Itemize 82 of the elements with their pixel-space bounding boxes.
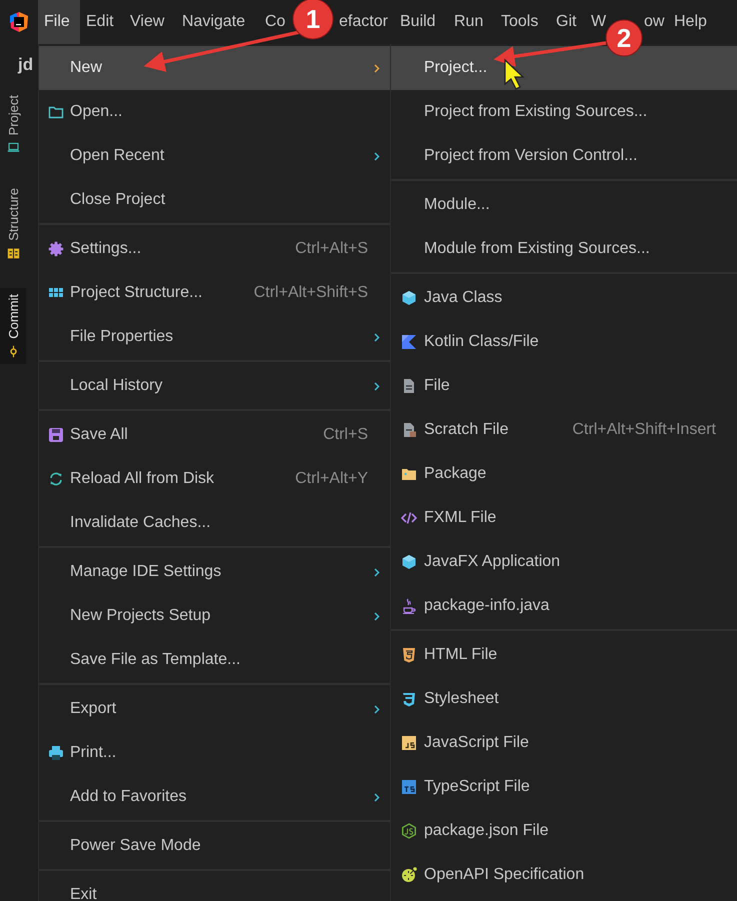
printer-icon bbox=[48, 745, 64, 761]
shortcut-text: Ctrl+S bbox=[323, 426, 368, 444]
menu-item[interactable]: Power Save Mode bbox=[39, 824, 390, 868]
code-brackets-icon bbox=[401, 510, 417, 526]
panel-title: jd bbox=[16, 54, 34, 76]
shortcut-text: Ctrl+Alt+S bbox=[295, 240, 368, 258]
menu-item[interactable]: Project Structure... Ctrl+Alt+Shift+S bbox=[39, 271, 390, 315]
menu-bar-item[interactable]: Navigate bbox=[176, 13, 252, 30]
folder-icon bbox=[401, 466, 417, 482]
coffee-cup-icon bbox=[401, 598, 417, 614]
menu-item[interactable]: Open Recent bbox=[39, 134, 390, 178]
typescript-file-icon bbox=[401, 779, 417, 795]
menu-item[interactable]: Local History bbox=[39, 364, 390, 408]
menu-item[interactable]: New Projects Setup bbox=[39, 594, 390, 638]
css-shield-icon bbox=[401, 691, 417, 707]
cube-icon bbox=[401, 554, 417, 570]
refresh-icon bbox=[48, 471, 64, 487]
menu-item[interactable]: Invalidate Caches... bbox=[39, 501, 390, 545]
menu-item[interactable]: Open... bbox=[39, 90, 390, 134]
menu-item[interactable]: Module... bbox=[391, 183, 737, 227]
step-badge: 1 bbox=[292, 0, 334, 40]
menu-item[interactable]: Add to Favorites bbox=[39, 775, 390, 819]
menu-bar-item[interactable]: Git bbox=[550, 13, 582, 30]
menu-bar-item[interactable]: Help bbox=[668, 13, 713, 30]
shortcut-text: Ctrl+Alt+Shift+S bbox=[254, 284, 368, 302]
menu-item[interactable]: Close Project bbox=[39, 178, 390, 222]
menu-item[interactable]: Exit bbox=[39, 873, 390, 901]
menu-item[interactable]: File bbox=[391, 364, 737, 408]
menu-item[interactable]: Java Class bbox=[391, 276, 737, 320]
hexagon-icon bbox=[401, 823, 417, 839]
menu-item[interactable]: Manage IDE Settings bbox=[39, 550, 390, 594]
menu-item[interactable]: Project... bbox=[391, 46, 737, 90]
menu-item[interactable]: Module from Existing Sources... bbox=[391, 227, 737, 271]
menu-item[interactable]: Scratch File Ctrl+Alt+Shift+Insert bbox=[391, 408, 737, 452]
menu-item[interactable]: JavaFX Application bbox=[391, 540, 737, 584]
menu-item[interactable]: Project from Version Control... bbox=[391, 134, 737, 178]
file-icon bbox=[401, 378, 417, 394]
gear-icon bbox=[48, 241, 64, 257]
structure-icon bbox=[6, 247, 20, 260]
scratch-file-icon bbox=[401, 422, 417, 438]
menu-item[interactable]: New bbox=[39, 46, 390, 90]
menu-item[interactable]: JavaScript File bbox=[391, 721, 737, 765]
menu-bar-item[interactable]: Run bbox=[448, 13, 490, 30]
round-emblem-icon bbox=[401, 867, 417, 883]
step-badge: 2 bbox=[606, 20, 642, 56]
shortcut-text: Ctrl+Alt+Y bbox=[295, 470, 368, 488]
menu-item[interactable]: Export bbox=[39, 687, 390, 731]
menu-item[interactable]: File Properties bbox=[39, 315, 390, 359]
cube-icon bbox=[401, 290, 417, 306]
tool-window-tab[interactable]: Project bbox=[0, 89, 26, 160]
folder-icon bbox=[48, 104, 64, 120]
menu-item[interactable]: OpenAPI Specification bbox=[391, 853, 737, 897]
menu-item[interactable]: FXML File bbox=[391, 496, 737, 540]
menu-bar-item[interactable]: efactor bbox=[333, 13, 394, 30]
shortcut-text: Ctrl+Alt+Shift+Insert bbox=[572, 421, 716, 439]
app-logo-icon[interactable] bbox=[8, 11, 30, 33]
menu-item[interactable]: TypeScript File bbox=[391, 765, 737, 809]
menu-item[interactable]: HTML File bbox=[391, 633, 737, 677]
menu-item[interactable]: Project from Existing Sources... bbox=[391, 90, 737, 134]
menu-item[interactable]: Package bbox=[391, 452, 737, 496]
menu-item[interactable]: Settings... Ctrl+Alt+S bbox=[39, 227, 390, 271]
menu-item[interactable]: Reload All from Disk Ctrl+Alt+Y bbox=[39, 457, 390, 501]
menu-bar-item[interactable]: Build bbox=[394, 13, 442, 30]
menu-item[interactable]: Print... bbox=[39, 731, 390, 775]
menu-item[interactable]: Save All Ctrl+S bbox=[39, 413, 390, 457]
menu-item[interactable]: Save File as Template... bbox=[39, 638, 390, 682]
menu-bar-item[interactable]: File bbox=[38, 0, 80, 44]
menu-bar-item[interactable]: Edit bbox=[80, 13, 120, 30]
laptop-icon bbox=[6, 141, 20, 154]
html-shield-icon bbox=[401, 647, 417, 663]
menu-item[interactable]: package-info.java bbox=[391, 584, 737, 628]
mouse-pointer-icon bbox=[504, 58, 525, 90]
tool-window-tab[interactable]: Structure bbox=[0, 182, 26, 266]
kotlin-logo-icon bbox=[401, 334, 417, 350]
menu-bar-item[interactable]: Tools bbox=[495, 13, 544, 30]
menu-item[interactable]: Kotlin Class/File bbox=[391, 320, 737, 364]
menu-bar-item[interactable]: Co bbox=[259, 13, 292, 30]
menu-item[interactable]: Stylesheet bbox=[391, 677, 737, 721]
javascript-file-icon bbox=[401, 735, 417, 751]
tool-window-tab[interactable]: Commit bbox=[0, 288, 26, 364]
menu-item[interactable]: package.json File bbox=[391, 809, 737, 853]
menu-bar-item[interactable]: View bbox=[124, 13, 170, 30]
